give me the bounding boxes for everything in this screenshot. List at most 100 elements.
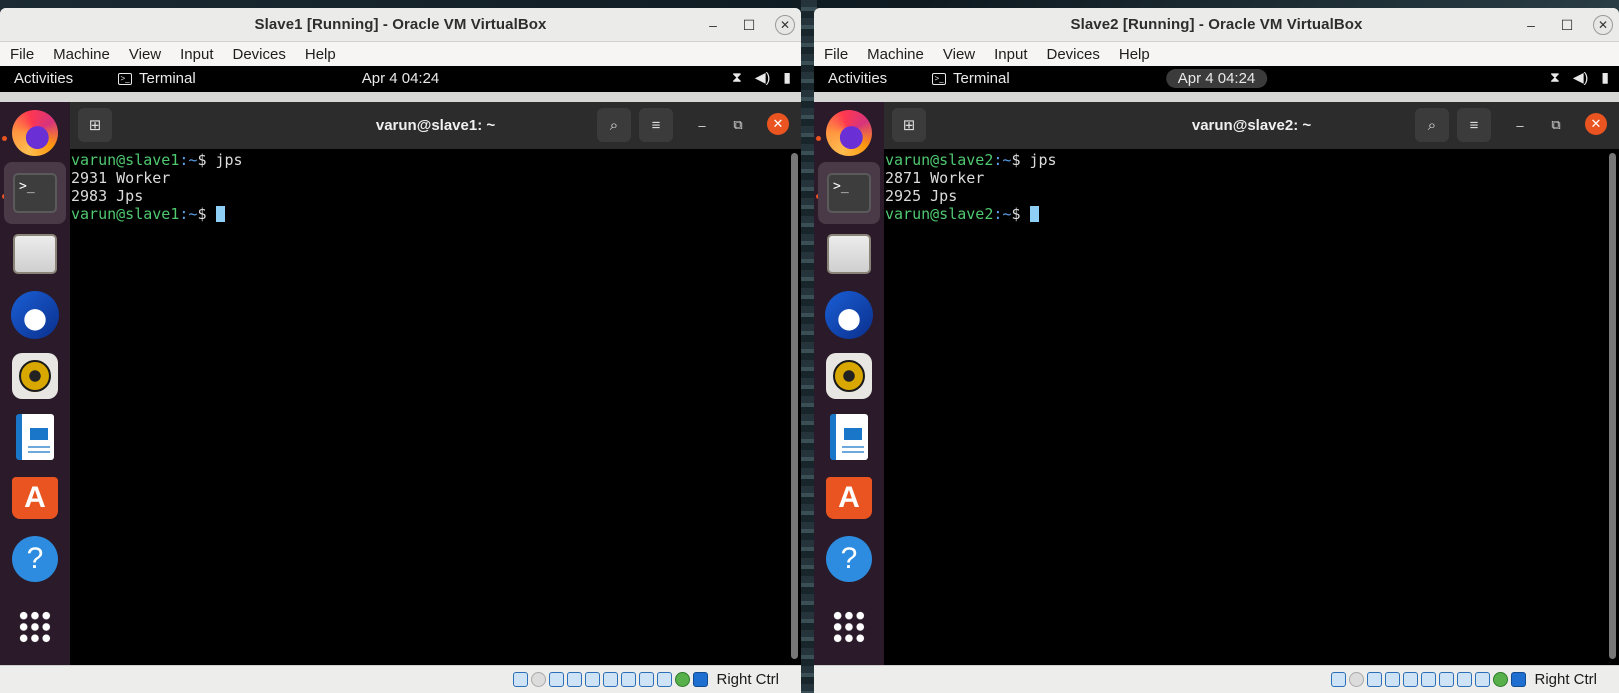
terminal-close-button[interactable]: ✕	[767, 113, 789, 135]
app-menu[interactable]: >_ Terminal	[932, 70, 1010, 87]
menu-file[interactable]: File	[10, 46, 34, 63]
dock-thunderbird[interactable]	[818, 284, 880, 346]
dock-terminal[interactable]: >_	[818, 162, 880, 224]
new-tab-button[interactable]: ⊞	[892, 108, 926, 142]
terminal-restore-button[interactable]: ⧉	[1543, 112, 1569, 138]
menu-help[interactable]: Help	[305, 46, 336, 63]
dock-rhythmbox[interactable]	[818, 345, 880, 407]
close-button[interactable]: ✕	[775, 15, 795, 35]
activities-button[interactable]: Activities	[14, 70, 73, 87]
hamburger-menu-button[interactable]: ≡	[639, 108, 673, 142]
terminal-output[interactable]: varun@slave2:~$ jps 2871 Worker 2925 Jps…	[884, 149, 1619, 665]
optical-drive-icon[interactable]	[531, 672, 547, 687]
dock-writer[interactable]	[818, 406, 880, 468]
terminal-output[interactable]: varun@slave1:~$ jps 2931 Worker 2983 Jps…	[70, 149, 801, 665]
shared-folders-icon[interactable]	[603, 672, 619, 687]
dock-terminal[interactable]: >_	[4, 162, 66, 224]
audio-icon[interactable]	[549, 672, 565, 687]
dock-firefox[interactable]	[4, 102, 66, 164]
recording-icon[interactable]	[1457, 672, 1473, 687]
mouse-integration-icon[interactable]	[1493, 672, 1509, 687]
keyboard-capture-icon[interactable]	[1511, 672, 1527, 687]
dock-app-center[interactable]: A	[4, 467, 66, 529]
terminal-headerbar[interactable]: ⊞ varun@slave2: ~ ⌕ ≡ – ⧉ ✕	[884, 102, 1619, 149]
menu-file[interactable]: File	[824, 46, 848, 63]
volume-icon: ◀)	[1572, 69, 1589, 85]
terminal-close-button[interactable]: ✕	[1585, 113, 1607, 135]
usb-icon[interactable]	[585, 672, 601, 687]
vb-titlebar[interactable]: Slave2 [Running] - Oracle VM VirtualBox …	[814, 8, 1619, 42]
system-tray[interactable]: ⧗ ◀) ▮	[1550, 69, 1609, 86]
new-tab-button[interactable]: ⊞	[78, 108, 112, 142]
terminal-headerbar[interactable]: ⊞ varun@slave1: ~ ⌕ ≡ – ⧉ ✕	[70, 102, 801, 149]
terminal-minimize-button[interactable]: –	[1507, 112, 1533, 138]
battery-icon: ▮	[1601, 69, 1609, 85]
network-adapter-icon[interactable]	[1385, 672, 1401, 687]
app-menu[interactable]: >_ Terminal	[118, 70, 196, 87]
scrollbar[interactable]	[791, 153, 798, 659]
clock[interactable]: Apr 4 04:24	[350, 69, 452, 88]
dock-writer[interactable]	[4, 406, 66, 468]
close-button[interactable]: ✕	[1593, 15, 1613, 35]
vt-x-icon[interactable]	[657, 672, 673, 687]
activities-button[interactable]: Activities	[828, 70, 887, 87]
app-menu-label: Terminal	[953, 70, 1010, 87]
hamburger-menu-button[interactable]: ≡	[1457, 108, 1491, 142]
menu-help[interactable]: Help	[1119, 46, 1150, 63]
optical-drive-icon[interactable]	[1349, 672, 1365, 687]
dock-firefox[interactable]	[818, 102, 880, 164]
minimize-button[interactable]: –	[700, 12, 726, 38]
system-tray[interactable]: ⧗ ◀) ▮	[732, 69, 791, 86]
menu-machine[interactable]: Machine	[867, 46, 924, 63]
menu-view[interactable]: View	[943, 46, 975, 63]
recording-icon[interactable]	[639, 672, 655, 687]
usb-icon[interactable]	[1403, 672, 1419, 687]
display-icon[interactable]	[1439, 672, 1455, 687]
dock-app-center[interactable]: A	[818, 467, 880, 529]
menu-input[interactable]: Input	[180, 46, 213, 63]
rhythmbox-icon	[826, 353, 872, 399]
dock-help[interactable]: ?	[4, 528, 66, 590]
virtualbox-window-slave2: Slave2 [Running] - Oracle VM VirtualBox …	[814, 8, 1619, 693]
hard-disk-icon[interactable]	[1331, 672, 1347, 687]
terminal-minimize-button[interactable]: –	[689, 112, 715, 138]
shared-folders-icon[interactable]	[1421, 672, 1437, 687]
vt-x-icon[interactable]	[1475, 672, 1491, 687]
keyboard-capture-icon[interactable]	[693, 672, 709, 687]
clock[interactable]: Apr 4 04:24	[1165, 69, 1268, 88]
maximize-button[interactable]: ☐	[736, 12, 762, 38]
dock-files[interactable]	[4, 223, 66, 285]
dock-rhythmbox[interactable]	[4, 345, 66, 407]
mouse-integration-icon[interactable]	[675, 672, 691, 687]
menu-devices[interactable]: Devices	[233, 46, 286, 63]
network-icon: ⧗	[732, 69, 742, 85]
search-icon: ⌕	[609, 116, 619, 134]
menu-machine[interactable]: Machine	[53, 46, 110, 63]
terminal-title: varun@slave1: ~	[375, 117, 496, 134]
hard-disk-icon[interactable]	[513, 672, 529, 687]
dock-files[interactable]	[818, 223, 880, 285]
window-title: Slave1 [Running] - Oracle VM VirtualBox	[254, 16, 547, 33]
network-adapter-icon[interactable]	[567, 672, 583, 687]
scrollbar[interactable]	[1609, 153, 1616, 659]
thunderbird-icon	[825, 291, 873, 339]
vb-menubar: File Machine View Input Devices Help	[0, 42, 801, 66]
prompt-user: varun@slave1	[71, 151, 180, 169]
audio-icon[interactable]	[1367, 672, 1383, 687]
search-button[interactable]: ⌕	[597, 108, 631, 142]
maximize-button[interactable]: ☐	[1554, 12, 1580, 38]
dock-help[interactable]: ?	[818, 528, 880, 590]
vb-titlebar[interactable]: Slave1 [Running] - Oracle VM VirtualBox …	[0, 8, 801, 42]
dock-show-apps[interactable]	[4, 596, 66, 658]
menu-input[interactable]: Input	[994, 46, 1027, 63]
prompt-symbol: $	[197, 205, 216, 223]
app-center-icon: A	[826, 477, 872, 519]
menu-view[interactable]: View	[129, 46, 161, 63]
search-button[interactable]: ⌕	[1415, 108, 1449, 142]
terminal-restore-button[interactable]: ⧉	[725, 112, 751, 138]
minimize-button[interactable]: –	[1518, 12, 1544, 38]
dock-thunderbird[interactable]	[4, 284, 66, 346]
display-icon[interactable]	[621, 672, 637, 687]
menu-devices[interactable]: Devices	[1047, 46, 1100, 63]
dock-show-apps[interactable]	[818, 596, 880, 658]
